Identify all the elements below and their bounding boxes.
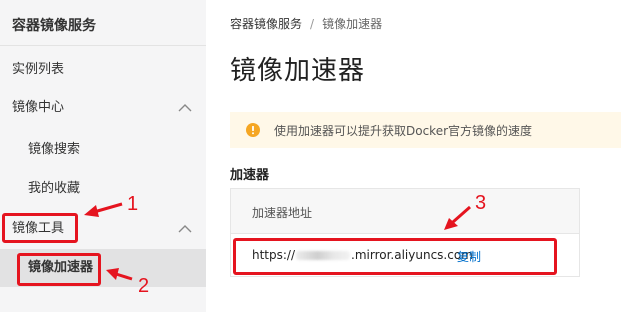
sidebar-item-image-search[interactable]: 镜像搜索 — [0, 131, 206, 169]
annotation-label-2: 2 — [138, 275, 150, 297]
section-title: 加速器 — [230, 168, 270, 183]
chevron-up-icon[interactable] — [178, 103, 192, 112]
sidebar-item-label: 镜像中心 — [12, 100, 65, 115]
breadcrumb-current: 镜像加速器 — [322, 17, 383, 31]
notice-banner: 使用加速器可以提升获取Docker官方镜像的速度 — [230, 112, 621, 148]
sidebar-item-instances[interactable]: 实例列表 — [0, 51, 206, 89]
sidebar-item-label: 镜像搜索 — [28, 142, 81, 157]
column-header-address: 加速器地址 — [252, 206, 313, 220]
sidebar-divider — [0, 45, 206, 46]
notice-text: 使用加速器可以提升获取Docker官方镜像的速度 — [274, 124, 533, 138]
sidebar-item-image-center[interactable]: 镜像中心 — [0, 89, 206, 127]
sidebar-title: 容器镜像服务 — [12, 18, 96, 34]
annotation-box-3 — [233, 238, 557, 275]
breadcrumb-separator: / — [310, 17, 315, 31]
annotation-box-2 — [17, 253, 101, 286]
page-title: 镜像加速器 — [230, 56, 366, 86]
table-header: 加速器地址 — [231, 189, 579, 234]
sidebar-item-favorites[interactable]: 我的收藏 — [0, 170, 206, 208]
annotation-label-1: 1 — [127, 193, 139, 215]
warning-icon — [246, 123, 260, 137]
annotation-box-1 — [2, 213, 78, 243]
chevron-up-icon[interactable] — [178, 224, 192, 233]
sidebar-item-label: 实例列表 — [12, 62, 65, 77]
breadcrumb-root[interactable]: 容器镜像服务 — [230, 17, 302, 31]
sidebar-item-label: 我的收藏 — [28, 181, 81, 196]
breadcrumb: 容器镜像服务 / 镜像加速器 — [230, 15, 382, 32]
annotation-label-3: 3 — [475, 192, 487, 214]
